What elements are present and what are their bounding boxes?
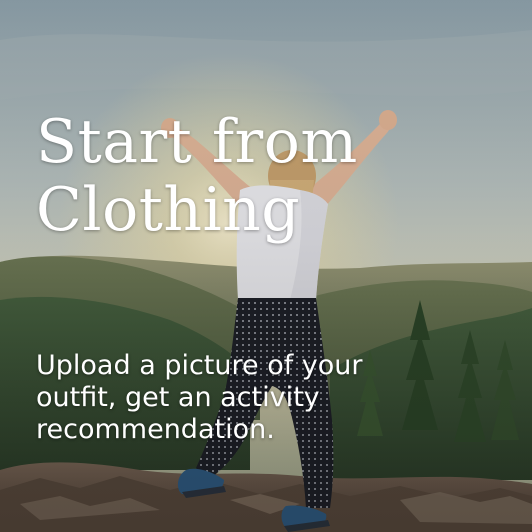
card-title: Start from Clothing [36,107,358,245]
start-from-clothing-card[interactable]: Start from Clothing Upload a picture of … [0,0,532,532]
card-description: Upload a picture of your outfit, get an … [36,350,363,445]
background-photo [0,0,532,532]
